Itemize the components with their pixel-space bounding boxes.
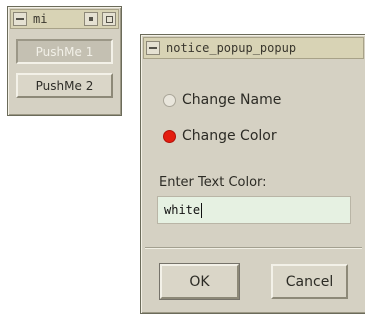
radio-checked-icon[interactable] — [163, 129, 176, 143]
change-name-label: Change Name — [182, 92, 282, 108]
text-cursor — [201, 202, 203, 218]
small-window: mi PushMe 1 PushMe 2 — [7, 6, 122, 116]
ok-button[interactable]: OK — [159, 263, 240, 300]
text-color-input[interactable]: white — [157, 196, 351, 224]
radio-unchecked-icon[interactable] — [163, 93, 176, 107]
change-name-radio[interactable]: Change Name — [163, 92, 281, 108]
change-color-label: Change Color — [182, 128, 277, 144]
minimize-icon[interactable] — [84, 12, 98, 26]
maximize-icon[interactable] — [102, 12, 116, 26]
window-menu-icon[interactable] — [13, 12, 27, 26]
text-color-label: Enter Text Color: — [159, 175, 267, 190]
pushme-2-button[interactable]: PushMe 2 — [16, 73, 113, 98]
cancel-button[interactable]: Cancel — [271, 264, 348, 299]
notice-dialog: notice_popup_popup Change Name Change Co… — [140, 34, 365, 314]
text-color-value: white — [164, 203, 201, 217]
pushme-1-button[interactable]: PushMe 1 — [16, 39, 113, 64]
divider — [145, 247, 362, 249]
change-color-radio[interactable]: Change Color — [163, 128, 277, 144]
small-window-title: mi — [33, 12, 48, 26]
window-menu-icon[interactable] — [146, 41, 160, 55]
dialog-title: notice_popup_popup — [166, 41, 297, 55]
dialog-titlebar[interactable]: notice_popup_popup — [143, 37, 364, 59]
small-window-titlebar[interactable]: mi — [10, 9, 119, 29]
